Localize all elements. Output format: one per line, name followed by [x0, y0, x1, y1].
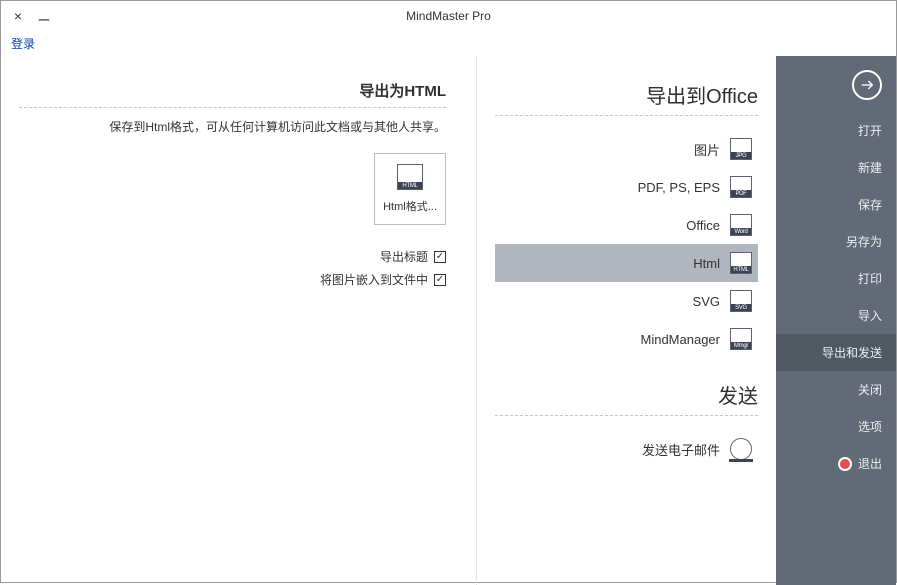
checkbox-icon: ✓: [434, 251, 446, 263]
email-icon: [730, 438, 752, 460]
pdf-icon: PDF: [730, 176, 752, 198]
sidebar-item-save[interactable]: 保存: [776, 186, 896, 223]
titlebar: × _ MindMaster Pro: [1, 1, 896, 31]
export-pdf[interactable]: PDFPDF, PS, EPS: [495, 168, 758, 206]
checkbox-icon: ✓: [434, 274, 446, 286]
html-format-button[interactable]: HTML Html格式...: [374, 153, 446, 225]
sidebar-item-close[interactable]: 关闭: [776, 371, 896, 408]
jpg-icon: JPG: [730, 138, 752, 160]
checkbox-embed-images[interactable]: ✓将图片嵌入到文件中: [19, 268, 446, 291]
export-email[interactable]: 发送电子邮件: [495, 430, 758, 468]
export-svg[interactable]: SVGSVG: [495, 282, 758, 320]
sidebar: 打开 新建 保存 另存为 打印 导入 导出和发送 关闭 选项 退出: [776, 56, 896, 585]
section-title-office: 导出到Office: [495, 80, 758, 116]
export-mindmanager[interactable]: MmgrMindManager: [495, 320, 758, 358]
detail-description: 保存到Html格式，可从任何计算机访问此文档或与其他人共享。: [19, 118, 446, 135]
checkbox-export-title[interactable]: ✓导出标题: [19, 245, 446, 268]
export-image[interactable]: JPG图片: [495, 130, 758, 168]
word-icon: Word: [730, 214, 752, 236]
detail-panel: 导出为HTML 保存到Html格式，可从任何计算机访问此文档或与其他人共享。 H…: [1, 56, 476, 585]
export-html[interactable]: HTMLHtml: [495, 244, 758, 282]
html-icon: HTML: [730, 252, 752, 274]
svg-icon: SVG: [730, 290, 752, 312]
export-panel: 导出到Office JPG图片 PDFPDF, PS, EPS WordOffi…: [476, 56, 776, 585]
section-title-send: 发送: [495, 380, 758, 416]
html-format-icon: HTML: [397, 164, 423, 190]
login-link[interactable]: 登录: [1, 31, 896, 56]
minimize-icon[interactable]: _: [37, 1, 51, 22]
exit-icon: [838, 457, 852, 471]
detail-title: 导出为HTML: [19, 80, 446, 108]
back-arrow-icon[interactable]: [852, 70, 882, 100]
mindmanager-icon: Mmgr: [730, 328, 752, 350]
sidebar-item-import[interactable]: 导入: [776, 297, 896, 334]
sidebar-item-saveas[interactable]: 另存为: [776, 223, 896, 260]
sidebar-item-print[interactable]: 打印: [776, 260, 896, 297]
close-icon[interactable]: ×: [11, 8, 25, 24]
app-title: MindMaster Pro: [406, 9, 491, 23]
sidebar-item-exit[interactable]: 退出: [776, 445, 896, 482]
sidebar-item-new[interactable]: 新建: [776, 149, 896, 186]
export-office[interactable]: WordOffice: [495, 206, 758, 244]
sidebar-item-export[interactable]: 导出和发送: [776, 334, 896, 371]
sidebar-item-options[interactable]: 选项: [776, 408, 896, 445]
sidebar-item-open[interactable]: 打开: [776, 112, 896, 149]
